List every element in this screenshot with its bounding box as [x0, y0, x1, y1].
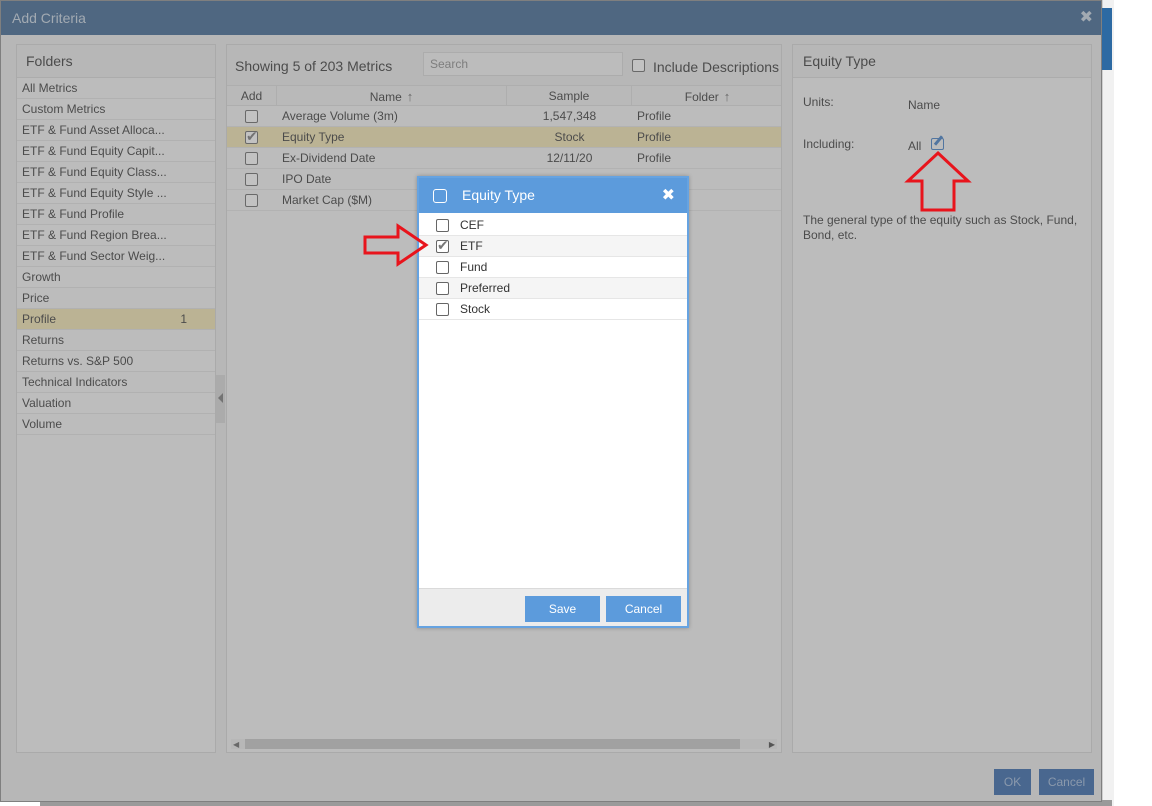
equity-option[interactable]: CEF — [419, 215, 687, 236]
equity-option[interactable]: Fund — [419, 257, 687, 278]
equity-option-checkbox[interactable] — [436, 261, 449, 274]
annotation-arrow-up — [904, 150, 972, 212]
equity-option-label: Stock — [460, 302, 491, 316]
background-tab — [1102, 8, 1112, 70]
equity-modal-titlebar: Equity Type ✖ — [419, 178, 687, 213]
equity-modal-title: Equity Type — [462, 187, 535, 203]
equity-option[interactable]: ✔ ETF — [419, 236, 687, 257]
equity-option-label: CEF — [460, 218, 484, 232]
equity-option-checkbox[interactable] — [436, 282, 449, 295]
equity-options-list: CEF ✔ ETF Fund Preferred Stock — [419, 215, 687, 320]
cancel-button[interactable]: Cancel — [606, 596, 681, 622]
select-all-checkbox[interactable] — [433, 189, 447, 203]
background-scroll-strip — [1102, 0, 1114, 806]
equity-option-checkbox[interactable]: ✔ — [436, 237, 449, 253]
equity-option-checkbox[interactable] — [436, 219, 449, 232]
close-icon[interactable]: ✖ — [662, 178, 675, 213]
equity-option-label: Fund — [460, 260, 488, 274]
save-button[interactable]: Save — [525, 596, 600, 622]
equity-type-modal: Equity Type ✖ CEF ✔ ETF Fund Preferred Stock … — [417, 176, 689, 628]
annotation-arrow-right — [363, 223, 429, 267]
checkmark-icon: ✔ — [437, 237, 449, 253]
equity-option-checkbox[interactable] — [436, 303, 449, 316]
equity-option-label: Preferred — [460, 281, 511, 295]
equity-option[interactable]: Stock — [419, 299, 687, 320]
equity-option[interactable]: Preferred — [419, 278, 687, 299]
equity-modal-footer: Save Cancel — [419, 588, 687, 626]
equity-option-label: ETF — [460, 239, 483, 253]
